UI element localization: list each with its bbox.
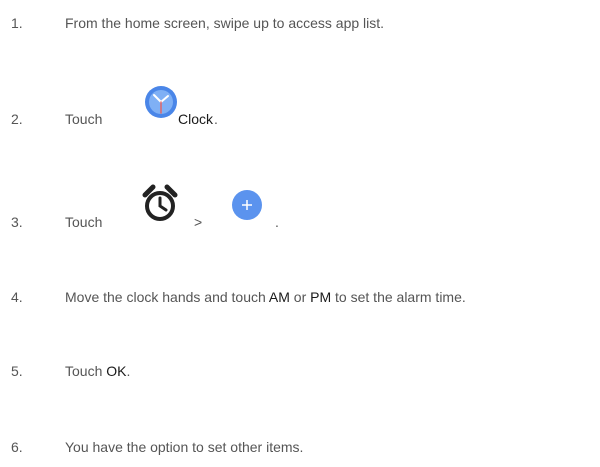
clock-label: Clock (178, 111, 214, 127)
step-text-part: Move the clock hands and touch (65, 289, 269, 305)
am-label: AM (268, 289, 290, 305)
step-number: 4. (11, 289, 23, 305)
step-number: 3. (11, 214, 23, 230)
step-period: . (275, 214, 279, 230)
step-text: From the home screen, swipe up to access… (65, 15, 385, 31)
pm-label: PM (310, 289, 332, 305)
step-text-part: . (126, 363, 131, 379)
step-number: 1. (11, 15, 23, 31)
step-text-part: Touch (65, 363, 107, 379)
step-number: 6. (11, 439, 23, 455)
step-period: . (214, 111, 218, 127)
add-fab-icon (229, 187, 265, 226)
step-text: Move the clock hands and touch AM or PM … (65, 289, 466, 305)
step-text: Touch OK. (65, 363, 130, 379)
clock-app-icon (144, 85, 178, 122)
step-text-part: or (289, 289, 311, 305)
ok-label: OK (106, 363, 127, 379)
alarm-clock-icon (140, 183, 180, 226)
step-number: 5. (11, 363, 23, 379)
step-text: You have the option to set other items. (65, 439, 304, 455)
step-text-touch: Touch (65, 111, 103, 127)
step-number: 2. (11, 111, 23, 127)
step-text-touch: Touch (65, 214, 103, 230)
step-text-part: to set the alarm time. (331, 289, 466, 305)
separator: > (194, 214, 203, 230)
